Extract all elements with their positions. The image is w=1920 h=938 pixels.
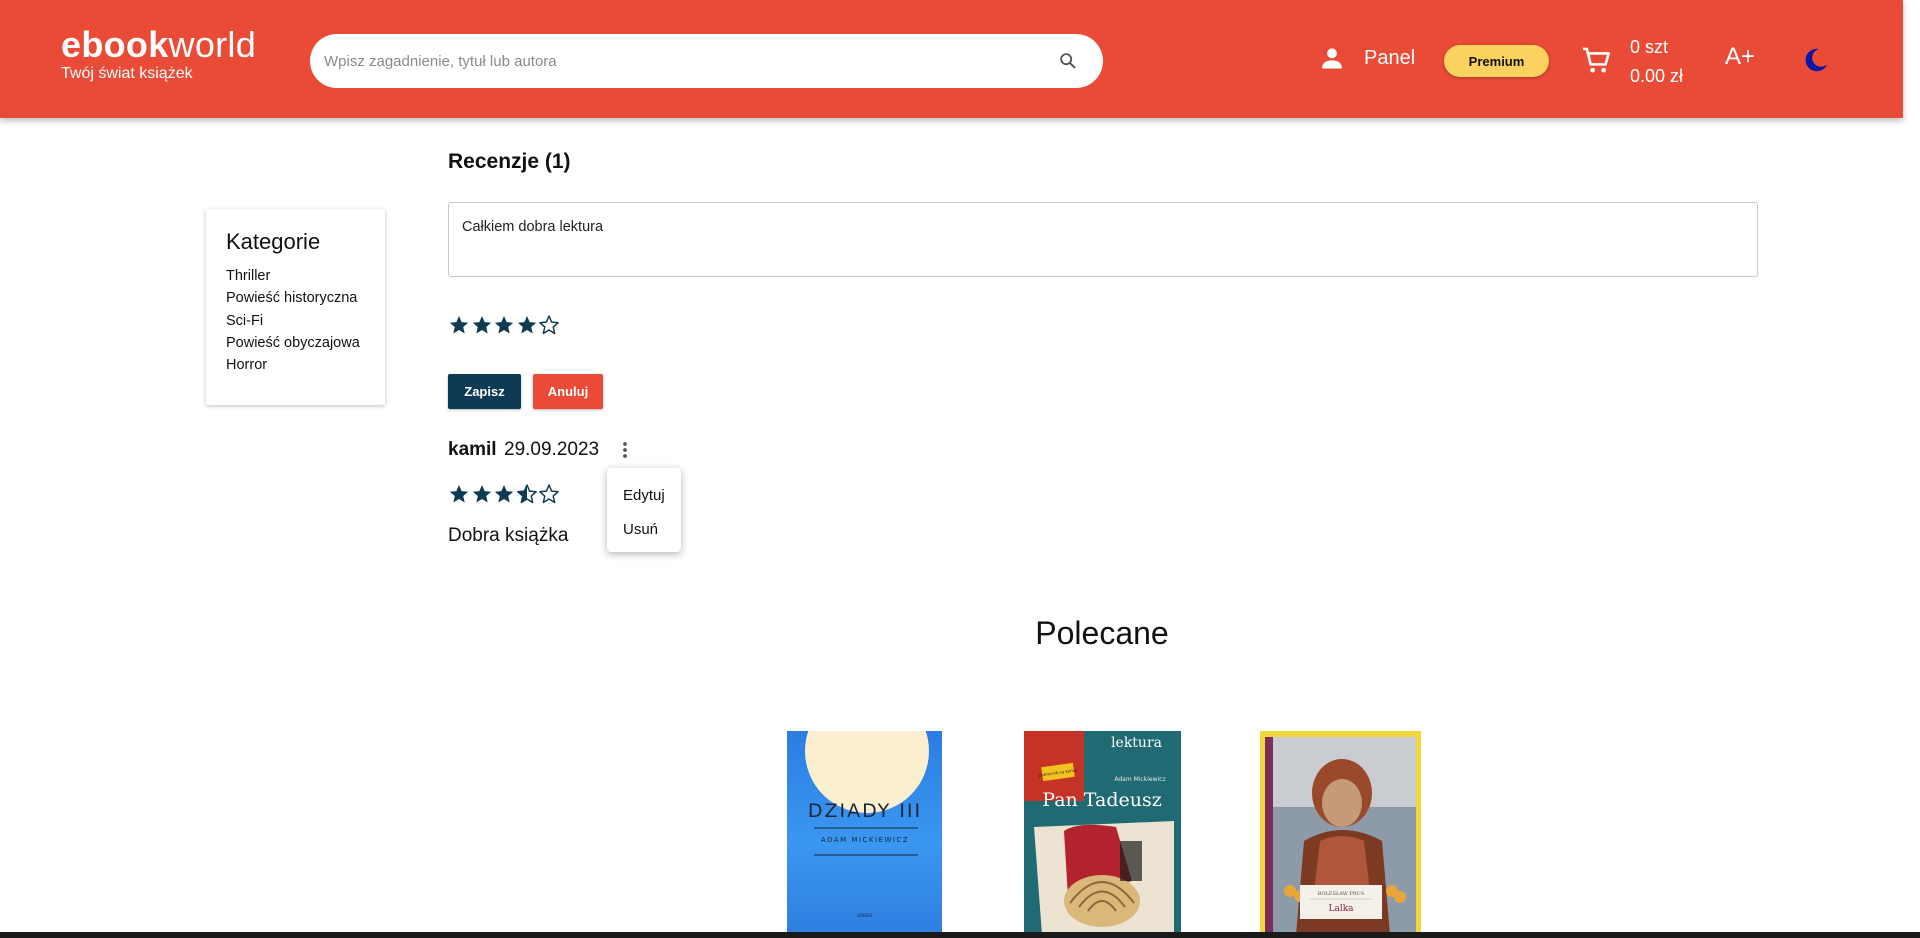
font-size-button[interactable]: A+ bbox=[1725, 43, 1755, 71]
star-full-icon[interactable] bbox=[493, 314, 515, 336]
search-icon[interactable] bbox=[1057, 50, 1079, 72]
category-item-scifi[interactable]: Sci-Fi bbox=[226, 310, 365, 332]
panel-label: Panel bbox=[1364, 46, 1416, 69]
top-header: ebookworld Twój świat książek Panel Prem… bbox=[0, 0, 1903, 118]
menu-item-edit[interactable]: Edytuj bbox=[607, 479, 681, 513]
search-input[interactable] bbox=[324, 52, 1057, 70]
category-item-obyczajowa[interactable]: Powieść obyczajowa bbox=[226, 332, 365, 354]
panel-button[interactable]: Panel bbox=[1318, 44, 1415, 72]
logo-bold: ebook bbox=[61, 24, 169, 65]
category-item-horror[interactable]: Horror bbox=[226, 354, 365, 376]
book-series-pan-tadeusz: lektura bbox=[1111, 735, 1162, 751]
logo-light: world bbox=[168, 24, 257, 65]
cart-total: 0.00 zł bbox=[1630, 66, 1684, 86]
book-author-pan-tadeusz: Adam Mickiewicz bbox=[1114, 776, 1165, 783]
cancel-button[interactable]: Anuluj bbox=[533, 374, 603, 409]
book-title-dziady: DZIADY III bbox=[808, 800, 922, 822]
lalka-cover-art: BOLESŁAW PRUS Lalka bbox=[1260, 731, 1421, 935]
book-title-pan-tadeusz: Pan Tadeusz bbox=[1042, 789, 1161, 811]
star-half-icon bbox=[516, 484, 537, 504]
reviews-title: Recenzje (1) bbox=[448, 150, 571, 173]
pan-tadeusz-cover-art: lektura pomocnik na końcu Adam Mickiewic… bbox=[1024, 731, 1181, 935]
book-title-lalka: Lalka bbox=[1328, 904, 1354, 914]
star-full-icon bbox=[494, 485, 514, 503]
review-rating bbox=[448, 483, 561, 505]
logo[interactable]: ebookworld Twój świat książek bbox=[61, 26, 256, 83]
star-full-icon bbox=[449, 485, 469, 503]
book-cover-lalka[interactable]: BOLESŁAW PRUS Lalka bbox=[1260, 731, 1421, 935]
review-author: kamil bbox=[448, 439, 497, 460]
review-context-menu: Edytuj Usuń bbox=[607, 468, 681, 552]
category-item-historical[interactable]: Powieść historyczna bbox=[226, 287, 365, 309]
moon-icon[interactable] bbox=[1801, 45, 1831, 75]
save-button[interactable]: Zapisz bbox=[448, 374, 521, 409]
logo-text: ebookworld bbox=[61, 26, 256, 64]
star-full-icon[interactable] bbox=[448, 314, 470, 336]
book-author-lalka: BOLESŁAW PRUS bbox=[1318, 891, 1365, 897]
star-full-icon[interactable] bbox=[471, 314, 493, 336]
review-text: Dobra książka bbox=[448, 525, 569, 546]
cart-summary[interactable]: 0 szt 0.00 zł bbox=[1630, 33, 1683, 91]
star-empty-icon[interactable] bbox=[538, 314, 560, 336]
categories-list: Thriller Powieść historyczna Sci-Fi Powi… bbox=[226, 265, 365, 376]
cart-count: 0 szt bbox=[1630, 37, 1669, 57]
recommended-title: Polecane bbox=[1035, 615, 1169, 651]
category-item-thriller[interactable]: Thriller bbox=[226, 265, 365, 287]
book-cover-pan-tadeusz[interactable]: lektura pomocnik na końcu Adam Mickiewic… bbox=[1024, 731, 1181, 935]
rating-input[interactable] bbox=[448, 314, 561, 336]
star-full-icon bbox=[472, 485, 491, 503]
dziady-cover-art: DZIADY III ADAM MICKIEWICZ GREKAT bbox=[805, 731, 929, 918]
categories-title: Kategorie bbox=[226, 229, 321, 254]
search-bar bbox=[310, 34, 1103, 88]
star-empty-icon bbox=[539, 484, 559, 504]
user-icon bbox=[1322, 48, 1342, 69]
star-full-icon[interactable] bbox=[516, 314, 538, 336]
more-vertical-icon[interactable] bbox=[617, 438, 633, 462]
cart-icon[interactable] bbox=[1581, 45, 1612, 76]
menu-item-delete[interactable]: Usuń bbox=[607, 513, 681, 547]
book-publisher-dziady: GREKAT bbox=[857, 913, 873, 918]
review-textarea[interactable]: Całkiem dobra lektura bbox=[448, 202, 1758, 277]
premium-button[interactable]: Premium bbox=[1444, 45, 1549, 77]
review-date: 29.09.2023 bbox=[504, 439, 600, 460]
book-author-dziady: ADAM MICKIEWICZ bbox=[821, 836, 909, 844]
taskbar-strip bbox=[0, 932, 1920, 938]
categories-panel: Kategorie Thriller Powieść historyczna S… bbox=[206, 209, 385, 405]
logo-tagline: Twój świat książek bbox=[61, 65, 193, 82]
book-cover-dziady[interactable]: DZIADY III ADAM MICKIEWICZ GREKAT bbox=[787, 731, 942, 935]
